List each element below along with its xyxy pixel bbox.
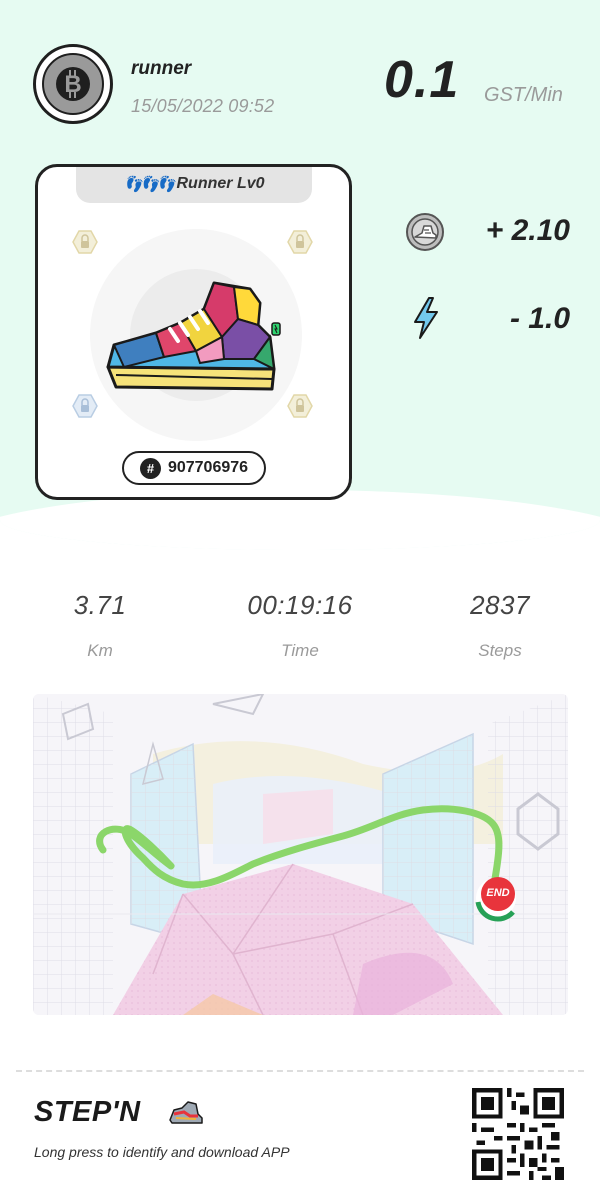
footer-divider <box>16 1070 584 1072</box>
avatar[interactable]: B <box>33 44 113 124</box>
stat-label: Km <box>87 641 113 660</box>
sneaker-level-label: Runner Lv0 <box>176 174 265 192</box>
run-date: 15/05/2022 09:52 <box>131 96 275 116</box>
bitcoin-icon: B <box>42 53 104 115</box>
sneaker-id-value: 907706976 <box>167 459 249 476</box>
lightning-icon <box>414 297 438 339</box>
footprints-icon: 👣👣👣 <box>123 175 175 193</box>
hash-icon: # <box>139 457 161 479</box>
gst-gain-value: + 2.10 <box>485 214 570 247</box>
rate-unit: GST/Min <box>484 84 563 106</box>
route-map[interactable]: END <box>33 694 568 1015</box>
user-name: runner <box>131 58 192 79</box>
sneaker-card[interactable]: 👣👣👣 Runner Lv0 # 907706976 <box>35 164 352 500</box>
stat-time: 00:19:16 Time <box>210 590 390 661</box>
gst-coin-icon <box>406 213 444 251</box>
stat-label: Time <box>281 641 319 660</box>
energy-cost-row: - 1.0 <box>405 296 575 340</box>
energy-cost-value: - 1.0 <box>509 302 570 335</box>
locked-gem-slot-icon[interactable] <box>287 229 313 255</box>
sneaker-image <box>106 281 281 391</box>
rate-value: 0.1 <box>384 51 460 109</box>
gst-gain-row: + 2.10 <box>405 212 575 252</box>
locked-gem-slot-icon[interactable] <box>72 393 98 419</box>
stat-value: 2837 <box>470 590 530 620</box>
stat-value: 00:19:16 <box>247 590 353 620</box>
end-label: END <box>486 887 510 899</box>
brand-logo-text: STEP'N <box>34 1096 141 1128</box>
locked-gem-slot-icon[interactable] <box>72 229 98 255</box>
stat-value: 3.71 <box>73 590 127 620</box>
stat-distance: 3.71 Km <box>10 590 190 661</box>
sneaker-level-tab: 👣👣👣 Runner Lv0 <box>76 167 312 203</box>
stat-label: Steps <box>478 641 522 660</box>
sneaker-id-badge[interactable]: # 907706976 <box>122 451 266 485</box>
qr-code-icon[interactable] <box>472 1088 564 1180</box>
stepn-logo-shoe-icon <box>169 1101 203 1124</box>
locked-gem-slot-icon[interactable] <box>287 393 313 419</box>
download-tagline: Long press to identify and download APP <box>34 1144 290 1160</box>
svg-text:B: B <box>64 71 81 98</box>
stat-steps: 2837 Steps <box>410 590 590 661</box>
